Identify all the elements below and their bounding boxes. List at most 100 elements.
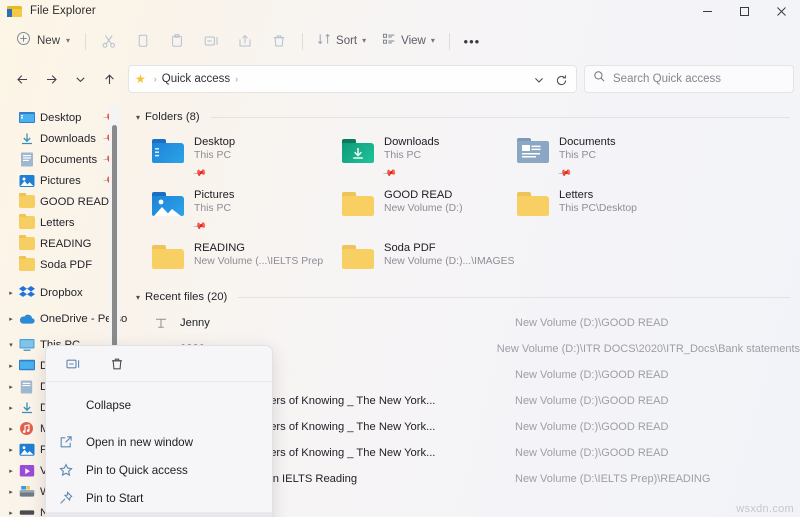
breadcrumb-quick-access[interactable]: Quick access: [162, 73, 230, 85]
up-button[interactable]: [95, 65, 123, 93]
breadcrumb[interactable]: ★ › Quick access ›: [128, 65, 577, 93]
folder-card-downloads[interactable]: Downloads This PC 📌: [342, 134, 517, 181]
chevron-right-icon[interactable]: ▸: [4, 439, 18, 460]
folder-card-desktop[interactable]: Desktop This PC 📌: [152, 134, 342, 181]
folder-card-pictures[interactable]: Pictures This PC 📌: [152, 187, 342, 234]
recent-files-group-header[interactable]: ▾ Recent files (20): [136, 286, 800, 308]
folder-card-reading[interactable]: READING New Volume (...\IELTS Prep: [152, 240, 342, 274]
chevron-right-icon: ▸: [4, 191, 18, 212]
chevron-right-icon[interactable]: ▸: [4, 460, 18, 481]
file-path: New Volume (D:)\GOOD READ: [515, 447, 669, 459]
drive-icon: [18, 483, 35, 500]
sidebar-item-label: Documents: [40, 153, 98, 166]
context-menu-item-open-in-new-window[interactable]: Open in new window: [46, 428, 272, 456]
divider: [448, 32, 450, 50]
recent-locations-button[interactable]: [66, 65, 94, 93]
context-menu-item-label: Collapse: [86, 398, 132, 412]
chevron-down-icon: ▾: [66, 36, 71, 45]
folder-card-good-read[interactable]: GOOD READ New Volume (D:): [342, 187, 517, 234]
chevron-right-icon: ▸: [4, 149, 18, 170]
chevron-down-icon[interactable]: ▾: [136, 293, 140, 302]
folders-group-header[interactable]: ▾ Folders (8): [136, 106, 800, 128]
drive-icon: [18, 504, 35, 517]
sort-button[interactable]: Sort ▾: [309, 27, 374, 55]
chevron-down-icon[interactable]: ▾: [4, 334, 18, 355]
paste-icon[interactable]: [160, 27, 194, 55]
chevron-right-icon[interactable]: ▸: [4, 397, 18, 418]
folder-name: Desktop: [194, 136, 236, 148]
new-button[interactable]: New ▾: [10, 27, 79, 55]
cut-icon[interactable]: [92, 27, 126, 55]
address-bar: ★ › Quick access ›: [0, 60, 800, 98]
chevron-right-icon: ▸: [4, 212, 18, 233]
folder-path: This PC\Desktop: [559, 203, 637, 214]
folder-icon: [18, 214, 35, 231]
downloads-folder-icon: [18, 130, 35, 147]
delete-icon[interactable]: [262, 27, 296, 55]
sidebar-item-label: Desktop: [40, 111, 82, 124]
chevron-down-icon[interactable]: ▾: [136, 113, 140, 122]
breadcrumb-separator: ›: [235, 74, 239, 84]
sidebar-item-label: Dropbox: [40, 286, 83, 299]
chevron-right-icon[interactable]: ▸: [4, 376, 18, 397]
search-input[interactable]: [613, 73, 785, 85]
share-icon[interactable]: [228, 27, 262, 55]
sidebar-item-label: Pictures: [40, 174, 81, 187]
maximize-icon[interactable]: [726, 0, 763, 22]
context-menu[interactable]: Collapse Open in new window Pin to Quick…: [45, 345, 273, 517]
folder-path: New Volume (D:)...\IMAGES: [384, 256, 515, 267]
sidebar-item-label: READING: [40, 237, 92, 250]
close-icon[interactable]: [763, 0, 800, 22]
chevron-right-icon[interactable]: ▸: [4, 355, 18, 376]
chevron-down-icon: ▾: [362, 36, 367, 45]
folder-card-soda-pdf[interactable]: Soda PDF New Volume (D:)...\IMAGES: [342, 240, 517, 274]
pictures-folder-icon: [18, 441, 35, 458]
view-icon: [382, 32, 396, 51]
context-menu-item-label: Pin to Quick access: [86, 463, 188, 477]
chevron-right-icon[interactable]: ▸: [4, 481, 18, 502]
divider: [210, 116, 790, 118]
folder-path: New Volume (...\IELTS Prep: [194, 256, 324, 267]
rename-icon[interactable]: [58, 351, 88, 377]
documents-folder-icon: [517, 136, 549, 168]
context-menu-item-pin-to-quick-access[interactable]: Pin to Quick access: [46, 456, 272, 484]
folder-card-letters[interactable]: Letters This PC\Desktop: [517, 187, 800, 234]
documents-folder-icon: [18, 151, 35, 168]
view-button-label: View: [401, 35, 426, 47]
chevron-right-icon[interactable]: ▸: [4, 418, 18, 439]
folder-name: GOOD READ: [384, 189, 453, 201]
list-item[interactable]: Jenny New Volume (D:)\GOOD READ: [136, 310, 800, 336]
search-icon: [593, 70, 606, 88]
divider: [238, 296, 790, 298]
refresh-icon[interactable]: [550, 68, 572, 92]
music-folder-icon: [18, 420, 35, 437]
file-path: New Volume (D:)\GOOD READ: [515, 421, 669, 433]
context-menu-item-properties[interactable]: Properties Alt+Enter: [46, 512, 272, 517]
search-box[interactable]: [584, 65, 794, 93]
more-options-button[interactable]: •••: [456, 27, 488, 55]
context-menu-item-collapse[interactable]: Collapse: [46, 391, 272, 419]
folder-path: This PC: [384, 150, 421, 161]
folder-card-documents[interactable]: Documents This PC 📌: [517, 134, 800, 181]
chevron-right-icon[interactable]: ▸: [4, 502, 18, 517]
chevron-right-icon: ▸: [4, 254, 18, 275]
pin-icon: 📌: [557, 165, 573, 181]
window-controls: [689, 0, 800, 22]
desktop-folder-icon: [152, 136, 184, 168]
context-menu-item-pin-to-start[interactable]: Pin to Start: [46, 484, 272, 512]
copy-icon[interactable]: [126, 27, 160, 55]
chevron-down-icon[interactable]: [528, 68, 550, 92]
minimize-icon[interactable]: [689, 0, 726, 22]
folder-name: Soda PDF: [384, 242, 436, 254]
view-button[interactable]: View ▾: [374, 27, 443, 55]
chevron-right-icon[interactable]: ▸: [4, 282, 18, 303]
folder-name: Documents: [559, 136, 616, 148]
rename-icon[interactable]: [194, 27, 228, 55]
chevron-right-icon[interactable]: ▸: [4, 308, 18, 329]
forward-button[interactable]: [37, 65, 65, 93]
sidebar-item-label: Soda PDF: [40, 258, 93, 271]
delete-icon[interactable]: [102, 351, 132, 377]
back-button[interactable]: [8, 65, 36, 93]
folder-path: This PC: [194, 203, 231, 214]
